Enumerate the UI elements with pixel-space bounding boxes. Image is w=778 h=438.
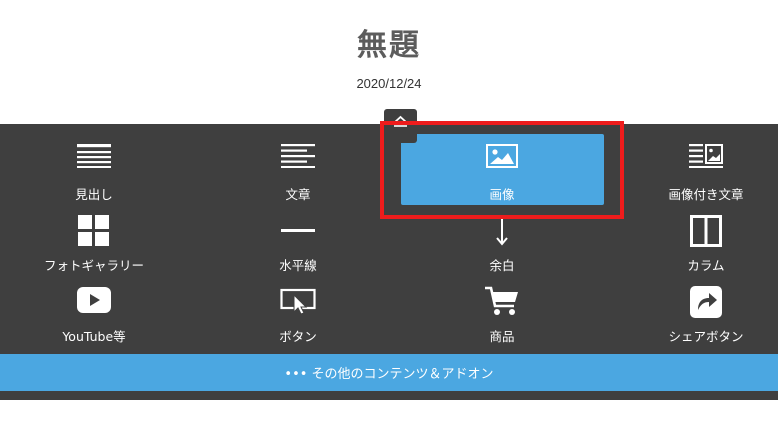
item-label: 画像付き文章 xyxy=(668,187,744,202)
columns-icon xyxy=(686,215,726,247)
page-date: 2020/12/24 xyxy=(356,76,422,91)
youtube-icon xyxy=(74,286,114,318)
text-icon xyxy=(278,144,318,176)
page-title: 無題 xyxy=(357,28,421,63)
insert-heading-button[interactable]: 見出し xyxy=(4,142,184,204)
item-label: 見出し xyxy=(75,187,113,202)
item-label: 水平線 xyxy=(279,258,317,273)
item-label: 余白 xyxy=(489,258,515,273)
item-label: カラム xyxy=(687,258,725,273)
item-label: 商品 xyxy=(489,329,515,344)
image-with-text-icon xyxy=(686,144,726,176)
cart-icon xyxy=(482,286,522,318)
insert-image-with-text-button[interactable]: 画像付き文章 xyxy=(616,142,778,204)
insert-text-button[interactable]: 文章 xyxy=(208,142,388,204)
highlight-annotation xyxy=(380,121,624,219)
item-label: シェアボタン xyxy=(668,329,744,344)
item-label: 文章 xyxy=(285,187,311,202)
heading-icon xyxy=(74,144,114,176)
photo-gallery-icon xyxy=(74,215,114,247)
spacer-icon xyxy=(482,215,522,247)
more-contents-label: ••• その他のコンテンツ＆アドオン xyxy=(284,367,494,382)
insert-youtube-button[interactable]: YouTube等 xyxy=(4,284,184,346)
insert-photo-gallery-button[interactable]: フォトギャラリー xyxy=(4,213,184,275)
insert-share-button[interactable]: シェアボタン xyxy=(616,284,778,346)
horizontal-line-icon xyxy=(278,215,318,247)
insert-spacer-button[interactable]: 余白 xyxy=(412,213,592,275)
insert-product-button[interactable]: 商品 xyxy=(412,284,592,346)
share-icon xyxy=(686,286,726,318)
item-label: YouTube等 xyxy=(62,329,126,344)
insert-horizontal-line-button[interactable]: 水平線 xyxy=(208,213,388,275)
insert-columns-button[interactable]: カラム xyxy=(616,213,778,275)
button-icon xyxy=(278,286,318,318)
more-contents-button[interactable]: ••• その他のコンテンツ＆アドオン xyxy=(0,354,778,391)
item-label: フォトギャラリー xyxy=(43,258,144,273)
item-label: ボタン xyxy=(279,329,317,344)
insert-button-button[interactable]: ボタン xyxy=(208,284,388,346)
